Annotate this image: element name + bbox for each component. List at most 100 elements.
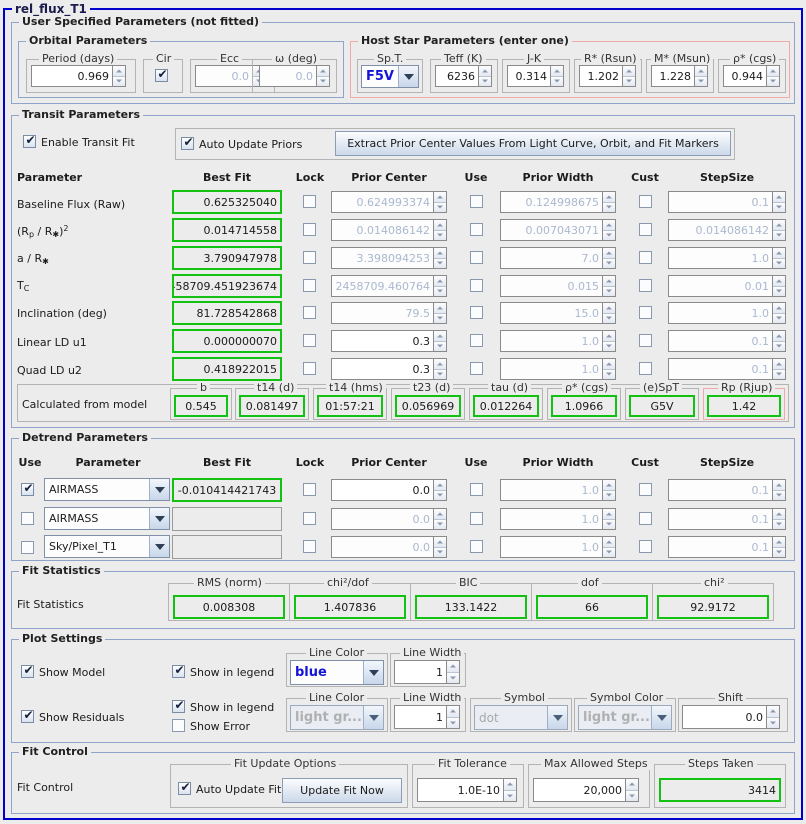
detrend-parameter-dropdown[interactable]: Sky/Pixel_T1 [44, 535, 170, 558]
stepsize-input[interactable]: 0.1 [668, 330, 773, 352]
detrend-parameter-dropdown[interactable]: AIRMASS [44, 507, 170, 530]
detrend-cust-checkbox[interactable] [639, 540, 652, 553]
detrend-best-fit-input[interactable]: -0.010414421743 [172, 478, 282, 502]
detrend-stepsize-spinner[interactable] [773, 479, 786, 501]
detrend-use2-checkbox[interactable] [470, 540, 483, 553]
best-fit-input[interactable]: 2458709.451923674 [172, 274, 282, 298]
lock-checkbox[interactable] [303, 306, 316, 319]
cust-checkbox[interactable] [639, 334, 652, 347]
stepsize-spinner[interactable] [773, 330, 786, 352]
prior-width-spinner[interactable] [603, 219, 616, 241]
prior-center-spinner[interactable] [434, 302, 447, 324]
chevron-down-icon[interactable] [363, 661, 383, 684]
best-fit-input[interactable]: 0.418922015 [172, 357, 282, 381]
best-fit-input[interactable]: 0.014714558 [172, 218, 282, 242]
cir-checkbox[interactable] [155, 67, 169, 82]
detrend-stepsize-input[interactable]: 0.1 [668, 536, 773, 558]
detrend-prior-center-spinner[interactable] [434, 479, 447, 501]
prior-center-input[interactable]: 0.3 [331, 358, 434, 380]
prior-width-input[interactable]: 0.015 [500, 275, 603, 297]
best-fit-input[interactable]: 0.000000070 [172, 329, 282, 353]
chevron-down-icon[interactable] [398, 66, 418, 87]
stepsize-input[interactable]: 1.0 [668, 247, 773, 269]
prior-center-input[interactable]: 79.5 [331, 302, 434, 324]
stepsize-spinner[interactable] [773, 275, 786, 297]
prior-center-input[interactable]: 0.014086142 [331, 219, 434, 241]
fit-tolerance-spinner[interactable] [504, 778, 517, 802]
stepsize-input[interactable]: 0.1 [668, 191, 773, 213]
cust-checkbox[interactable] [639, 362, 652, 375]
auto-update-priors-checkbox[interactable] [181, 135, 195, 150]
detrend-prior-center-spinner[interactable] [434, 508, 447, 530]
chevron-down-icon[interactable] [149, 508, 169, 529]
detrend-prior-width-spinner[interactable] [603, 536, 616, 558]
residuals-line-color-dropdown[interactable]: light gr... [290, 705, 384, 730]
best-fit-input[interactable]: 0.625325040 [172, 190, 282, 214]
residuals-line-width-spinner[interactable] [447, 705, 460, 729]
detrend-prior-center-input[interactable]: 0.0 [331, 508, 434, 530]
detrend-stepsize-spinner[interactable] [773, 508, 786, 530]
lock-checkbox[interactable] [303, 334, 316, 347]
prior-width-input[interactable]: 15.0 [500, 302, 603, 324]
detrend-use-checkbox[interactable] [21, 512, 34, 525]
best-fit-input[interactable]: 81.728542868 [172, 301, 282, 325]
prior-center-spinner[interactable] [434, 358, 447, 380]
residuals-show-in-legend-checkbox[interactable] [172, 698, 186, 713]
period-spinner[interactable] [113, 65, 126, 87]
model-line-width-input[interactable]: 1 [394, 660, 447, 684]
max-allowed-steps-input[interactable]: 20,000 [533, 778, 626, 802]
model-line-color-dropdown[interactable]: blue [290, 660, 384, 685]
teff-input[interactable]: 6236 [435, 65, 479, 87]
prior-width-input[interactable]: 1.0 [500, 358, 603, 380]
detrend-use2-checkbox[interactable] [470, 483, 483, 496]
lock-checkbox[interactable] [303, 251, 316, 264]
detrend-use2-checkbox[interactable] [470, 512, 483, 525]
lock-checkbox[interactable] [303, 195, 316, 208]
detrend-stepsize-input[interactable]: 0.1 [668, 508, 773, 530]
stepsize-input[interactable]: 1.0 [668, 302, 773, 324]
shift-input[interactable]: 0.0 [682, 705, 767, 729]
stepsize-spinner[interactable] [773, 302, 786, 324]
prior-width-input[interactable]: 7.0 [500, 247, 603, 269]
cust-checkbox[interactable] [639, 195, 652, 208]
prior-width-input[interactable]: 0.124998675 [500, 191, 603, 213]
show-error-checkbox[interactable] [172, 719, 185, 732]
detrend-use-checkbox[interactable] [21, 541, 34, 554]
prior-center-input[interactable]: 2458709.460764 [331, 275, 434, 297]
use-checkbox[interactable] [470, 251, 483, 264]
stepsize-input[interactable]: 0.1 [668, 358, 773, 380]
enable-transit-fit-checkbox[interactable] [23, 133, 37, 148]
detrend-best-fit-input[interactable] [172, 535, 282, 559]
teff-spinner[interactable] [479, 65, 492, 87]
cust-checkbox[interactable] [639, 279, 652, 292]
detrend-prior-width-input[interactable]: 1.0 [500, 536, 603, 558]
detrend-prior-width-spinner[interactable] [603, 479, 616, 501]
use-checkbox[interactable] [470, 362, 483, 375]
detrend-lock-checkbox[interactable] [303, 540, 316, 553]
chevron-down-icon[interactable] [547, 706, 567, 729]
use-checkbox[interactable] [470, 195, 483, 208]
prior-center-spinner[interactable] [434, 247, 447, 269]
residuals-line-width-input[interactable]: 1 [394, 705, 447, 729]
prior-center-spinner[interactable] [434, 219, 447, 241]
detrend-prior-width-input[interactable]: 1.0 [500, 508, 603, 530]
stepsize-input[interactable]: 0.014086142 [668, 219, 773, 241]
cust-checkbox[interactable] [639, 251, 652, 264]
prior-center-spinner[interactable] [434, 275, 447, 297]
use-checkbox[interactable] [470, 306, 483, 319]
detrend-prior-width-spinner[interactable] [603, 508, 616, 530]
use-checkbox[interactable] [470, 279, 483, 292]
prior-center-spinner[interactable] [434, 330, 447, 352]
detrend-prior-width-input[interactable]: 1.0 [500, 479, 603, 501]
max-allowed-steps-spinner[interactable] [626, 778, 639, 802]
detrend-lock-checkbox[interactable] [303, 483, 316, 496]
update-fit-now-button[interactable]: Update Fit Now [282, 778, 402, 803]
prior-width-input[interactable]: 0.007043071 [500, 219, 603, 241]
use-checkbox[interactable] [470, 334, 483, 347]
rstar-input[interactable]: 1.202 [579, 65, 623, 87]
prior-width-spinner[interactable] [603, 302, 616, 324]
prior-center-spinner[interactable] [434, 191, 447, 213]
prior-width-spinner[interactable] [603, 191, 616, 213]
chevron-down-icon[interactable] [149, 536, 169, 557]
auto-update-fit-checkbox[interactable] [178, 780, 192, 795]
